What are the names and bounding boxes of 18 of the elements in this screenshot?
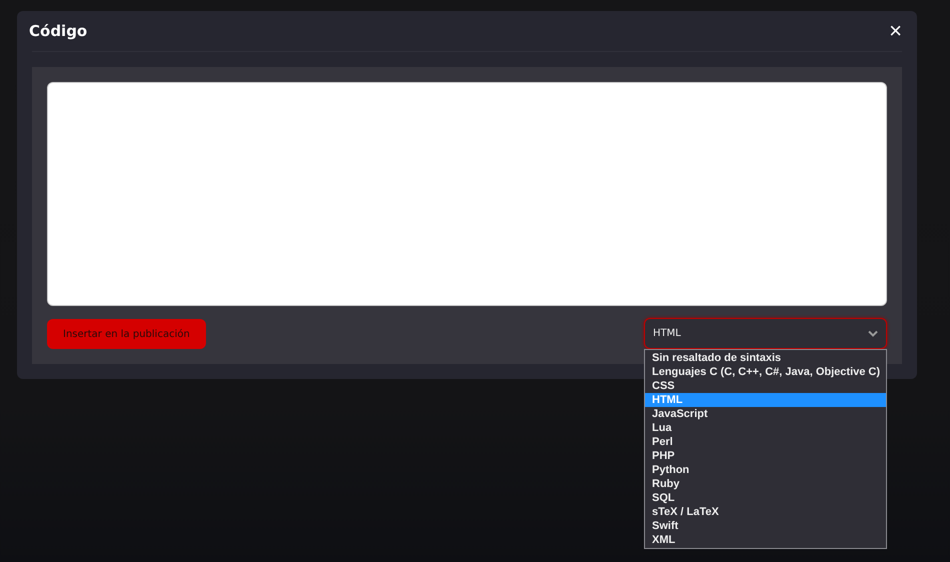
- language-option[interactable]: JavaScript: [645, 407, 886, 421]
- language-option[interactable]: SQL: [645, 491, 886, 505]
- language-option[interactable]: Ruby: [645, 477, 886, 491]
- language-option[interactable]: Lua: [645, 421, 886, 435]
- language-select[interactable]: HTML: [644, 318, 887, 349]
- language-option[interactable]: sTeX / LaTeX: [645, 505, 886, 519]
- language-option[interactable]: XML: [645, 533, 886, 547]
- dialog-title: Código: [29, 22, 88, 40]
- code-editor-field[interactable]: [47, 82, 887, 306]
- close-button[interactable]: ×: [887, 20, 904, 42]
- chevron-down-icon: [868, 330, 878, 337]
- language-option[interactable]: Swift: [645, 519, 886, 533]
- language-option[interactable]: Lenguajes C (C, C++, C#, Java, Objective C): [645, 365, 886, 379]
- language-option[interactable]: Sin resaltado de sintaxis: [645, 351, 886, 365]
- language-option[interactable]: PHP: [645, 449, 886, 463]
- language-option[interactable]: Python: [645, 463, 886, 477]
- language-option[interactable]: Perl: [645, 435, 886, 449]
- language-option[interactable]: CSS: [645, 379, 886, 393]
